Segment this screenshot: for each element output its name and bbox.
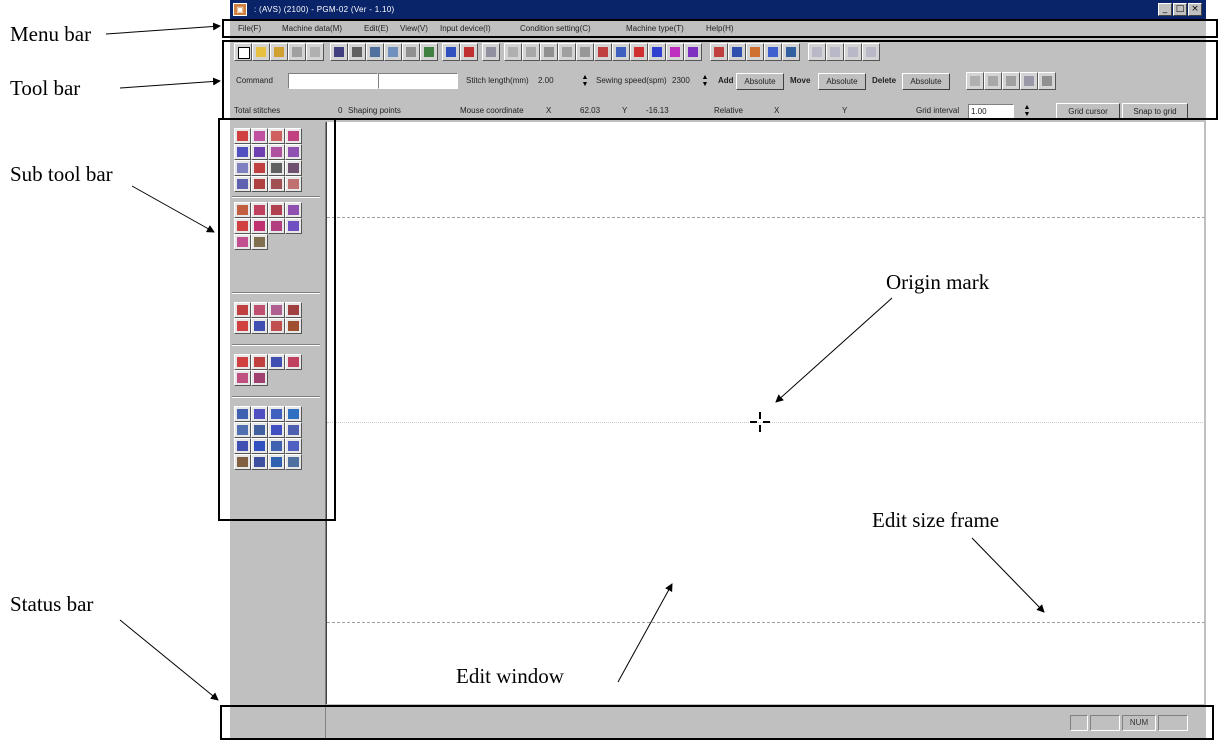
tool-bar-arrow — [119, 77, 221, 89]
edit-size-frame-arrow — [971, 537, 1045, 613]
edit-window-arrow — [617, 583, 673, 683]
origin-mark-arrow — [775, 297, 893, 403]
callout-arrows — [105, 22, 1045, 701]
sub-tool-bar-arrow — [131, 185, 215, 233]
status-bar-arrow — [119, 619, 219, 701]
menu-bar-arrow — [105, 22, 221, 35]
